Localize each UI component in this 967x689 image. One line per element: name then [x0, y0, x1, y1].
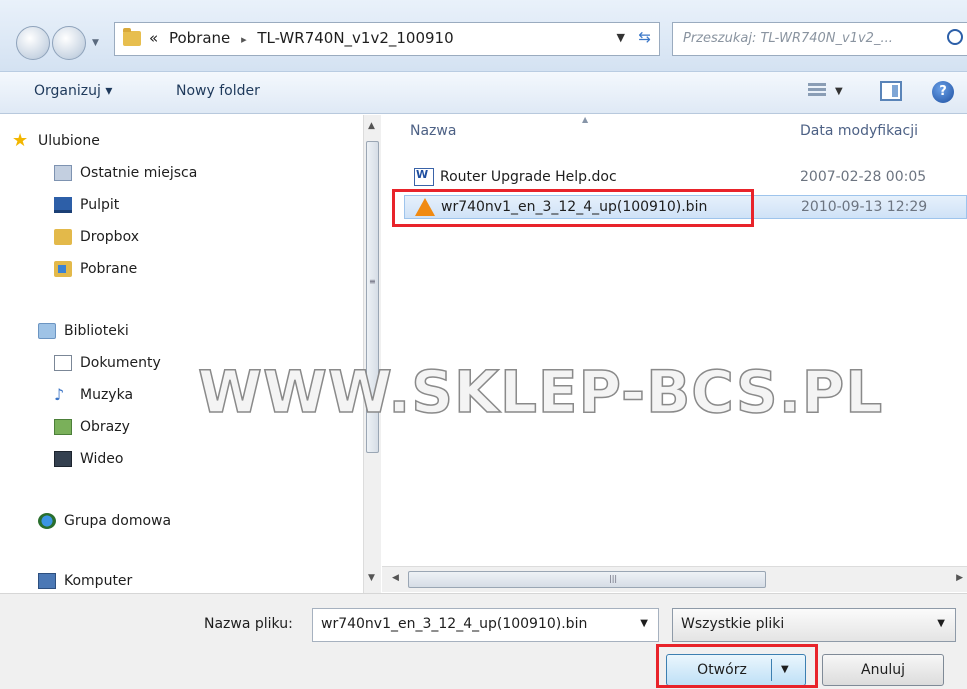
watermark: WWW.SKLEP-BCS.PL — [197, 357, 884, 427]
dialog-footer: Nazwa pliku: wr740nv1_en_3_12_4_up(10091… — [0, 593, 967, 689]
nav-label: Biblioteki — [64, 323, 129, 339]
recent-places-icon — [54, 165, 72, 181]
nav-item-computer[interactable]: Komputer — [38, 573, 132, 589]
scroll-up-icon[interactable]: ▲ — [368, 121, 375, 131]
highlight-frame-open — [656, 644, 818, 688]
address-bar-region: ▼ « Pobrane ▸ TL-WR740N_v1v2_100910 ▼ ⇆ … — [0, 0, 967, 72]
nav-label: Dokumenty — [80, 355, 161, 371]
preview-pane-icon[interactable] — [880, 81, 902, 101]
filename-label: Nazwa pliku: — [204, 616, 293, 632]
file-date: 2010-09-13 12:29 — [801, 199, 928, 215]
scroll-down-icon[interactable]: ▼ — [368, 573, 375, 583]
folder-icon — [123, 28, 141, 46]
file-list-scrollbar[interactable]: ◀ ||| ▶ — [382, 566, 967, 592]
search-box[interactable]: Przeszukaj: TL-WR740N_v1v2_... — [672, 22, 967, 56]
folder-icon — [54, 229, 72, 245]
change-view-icon[interactable] — [808, 81, 830, 101]
view-dropdown-icon[interactable]: ▼ — [835, 86, 843, 97]
nav-label: Komputer — [64, 573, 133, 589]
recent-pages-dropdown-icon[interactable]: ▼ — [92, 38, 99, 48]
highlight-frame-file — [392, 189, 754, 227]
navigation-pane: ★ Ulubione Ostatnie miejsca Pulpit Dropb… — [0, 115, 363, 593]
address-field[interactable]: « Pobrane ▸ TL-WR740N_v1v2_100910 ▼ ⇆ — [114, 22, 660, 56]
nav-label: Dropbox — [80, 229, 139, 245]
breadcrumb-separator-icon[interactable]: ▸ — [241, 33, 247, 46]
breadcrumb: « Pobrane ▸ TL-WR740N_v1v2_100910 — [149, 29, 460, 47]
filename-dropdown-icon[interactable]: ▼ — [640, 618, 648, 629]
breadcrumb-item-pobrane[interactable]: Pobrane — [169, 29, 230, 47]
file-type-dropdown-icon[interactable]: ▼ — [937, 618, 945, 629]
nav-label: Wideo — [80, 451, 124, 467]
scroll-left-icon[interactable]: ◀ — [392, 573, 399, 583]
nav-scrollbar[interactable]: ▲ ≡ ▼ — [363, 115, 381, 593]
search-input[interactable]: Przeszukaj: TL-WR740N_v1v2_... — [683, 31, 893, 46]
column-header-date[interactable]: Data modyfikacji — [800, 123, 918, 139]
file-row[interactable]: Router Upgrade Help.doc 2007-02-28 00:05 — [404, 165, 967, 189]
breadcrumb-overflow[interactable]: « — [149, 29, 158, 47]
toolbar: Organizuj ▾ Nowy folder ▼ ? — [0, 72, 967, 114]
nav-item-recent[interactable]: Ostatnie miejsca — [54, 165, 197, 181]
nav-item-favorites[interactable]: ★ Ulubione — [12, 130, 100, 151]
documents-icon — [54, 355, 72, 371]
nav-item-pictures[interactable]: Obrazy — [54, 419, 130, 435]
nav-label: Pobrane — [80, 261, 138, 277]
downloads-folder-icon — [54, 261, 72, 277]
nav-item-downloads[interactable]: Pobrane — [54, 261, 137, 277]
address-dropdown-icon[interactable]: ▼ — [617, 31, 625, 44]
star-icon: ★ — [12, 130, 29, 151]
nav-item-documents[interactable]: Dokumenty — [54, 355, 161, 371]
scroll-thumb[interactable]: ||| — [408, 571, 766, 588]
nav-label: Ostatnie miejsca — [80, 165, 198, 181]
nav-label: Obrazy — [80, 419, 130, 435]
nav-item-libraries[interactable]: Biblioteki — [38, 323, 129, 339]
pictures-icon — [54, 419, 72, 435]
back-button[interactable] — [16, 26, 50, 60]
file-date: 2007-02-28 00:05 — [800, 169, 927, 185]
help-icon[interactable]: ? — [932, 81, 954, 103]
file-list: ▲ Nazwa Data modyfikacji Router Upgrade … — [382, 115, 967, 565]
file-type-value: Wszystkie pliki — [681, 616, 785, 632]
scroll-grip-icon: ||| — [609, 574, 618, 583]
nav-item-video[interactable]: Wideo — [54, 451, 124, 467]
libraries-icon — [38, 323, 56, 339]
nav-item-music[interactable]: ♪ Muzyka — [54, 385, 134, 404]
scroll-right-icon[interactable]: ▶ — [956, 573, 963, 583]
column-header-name[interactable]: Nazwa — [410, 123, 456, 139]
file-type-select[interactable]: Wszystkie pliki ▼ — [672, 608, 956, 642]
nav-label: Pulpit — [80, 197, 120, 213]
homegroup-icon — [38, 513, 56, 529]
refresh-icon[interactable]: ⇆ — [638, 28, 651, 46]
video-icon — [54, 451, 72, 467]
filename-value: wr740nv1_en_3_12_4_up(100910).bin — [321, 616, 588, 632]
nav-item-homegroup[interactable]: Grupa domowa — [38, 513, 171, 529]
file-name: Router Upgrade Help.doc — [440, 169, 617, 185]
new-folder-button[interactable]: Nowy folder — [176, 83, 260, 99]
nav-label: Muzyka — [80, 387, 134, 403]
filename-field[interactable]: wr740nv1_en_3_12_4_up(100910).bin ▼ — [312, 608, 659, 642]
nav-item-desktop[interactable]: Pulpit — [54, 197, 119, 213]
cancel-button[interactable]: Anuluj — [822, 654, 944, 686]
music-icon: ♪ — [54, 385, 65, 404]
organize-button[interactable]: Organizuj ▾ — [34, 83, 112, 99]
computer-icon — [38, 573, 56, 589]
sort-arrow-icon: ▲ — [582, 115, 589, 124]
search-icon[interactable] — [947, 29, 963, 45]
nav-item-dropbox[interactable]: Dropbox — [54, 229, 139, 245]
nav-label: Grupa domowa — [64, 513, 172, 529]
word-document-icon — [414, 168, 434, 186]
scroll-grip-icon: ≡ — [369, 277, 376, 286]
breadcrumb-item-current[interactable]: TL-WR740N_v1v2_100910 — [257, 29, 453, 47]
desktop-icon — [54, 197, 72, 213]
nav-label: Ulubione — [38, 133, 100, 149]
forward-button[interactable] — [52, 26, 86, 60]
